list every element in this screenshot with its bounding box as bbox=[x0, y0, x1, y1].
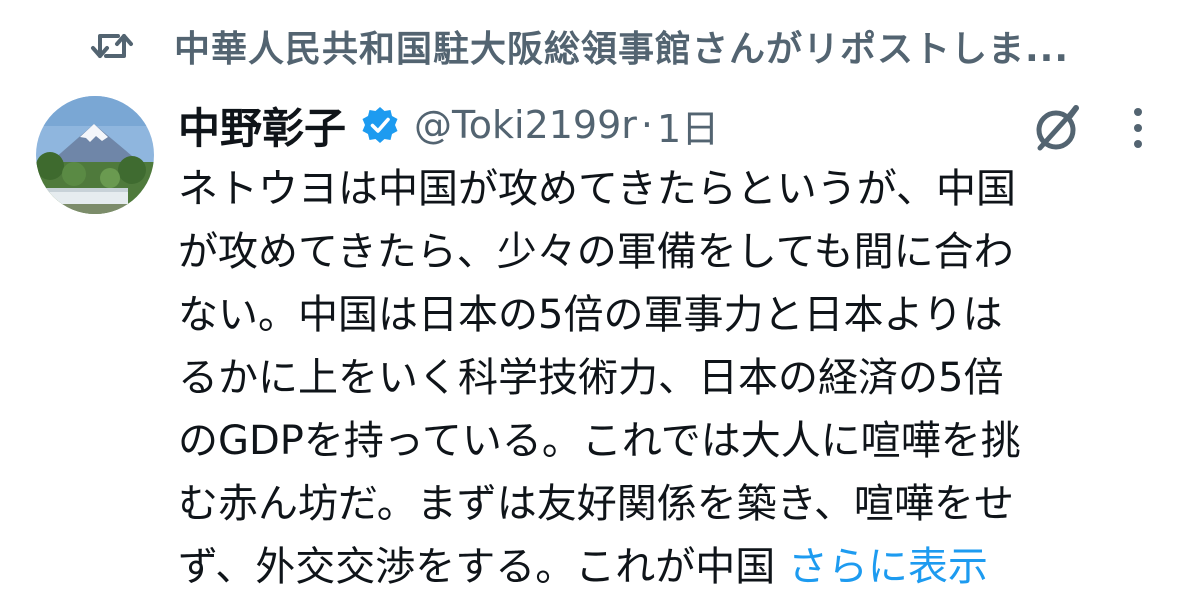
tweet-text-line: のGDPを持っている。これでは大人に喧嘩を挑 bbox=[178, 418, 1021, 464]
tweet-text-last-line: ず、外交交渉をする。これが中国 さらに表示 bbox=[178, 536, 1178, 599]
post-timestamp[interactable]: 1日 bbox=[657, 98, 719, 153]
repost-label[interactable]: 中華人民共和国駐大阪総領事館さんがリポストしま... bbox=[174, 20, 1069, 72]
more-options-icon[interactable] bbox=[1126, 104, 1150, 152]
grok-icon[interactable] bbox=[1030, 100, 1086, 156]
tweet-text-line: む赤ん坊だ。まずは友好関係を築き、喧嘩をせ bbox=[178, 481, 1014, 527]
tweet-text-line: ない。中国は日本の5倍の軍事力と日本よりは bbox=[178, 292, 1003, 338]
repost-icon bbox=[90, 26, 134, 66]
author-handle[interactable]: @Toki2199r bbox=[414, 103, 637, 147]
tweet-header: 中野彰子 @Toki2199r · 1日 bbox=[178, 95, 719, 155]
show-more-link[interactable]: さらに表示 bbox=[788, 544, 988, 590]
tweet-text-line: るかに上をいく科学技術力、日本の経済の5倍 bbox=[178, 355, 1004, 401]
separator-dot: · bbox=[640, 103, 654, 147]
repost-context[interactable]: 中華人民共和国駐大阪総領事館さんがリポストしま... bbox=[90, 22, 1069, 70]
avatar-mount-fuji-image bbox=[36, 96, 154, 214]
tweet-text-line: が攻めてきたら、少々の軍備をしても間に合わ bbox=[178, 229, 1014, 275]
tweet-text: ネトウヨは中国が攻めてきたらというが、中国 が攻めてきたら、少々の軍備をしても間… bbox=[178, 158, 1178, 599]
avatar[interactable] bbox=[36, 96, 154, 214]
verified-badge-icon bbox=[360, 105, 400, 145]
author-display-name[interactable]: 中野彰子 bbox=[178, 95, 346, 156]
tweet-text-line: ネトウヨは中国が攻めてきたらというが、中国 bbox=[178, 166, 1016, 212]
tweet-text-line: ず、外交交渉をする。これが中国 bbox=[178, 544, 788, 590]
